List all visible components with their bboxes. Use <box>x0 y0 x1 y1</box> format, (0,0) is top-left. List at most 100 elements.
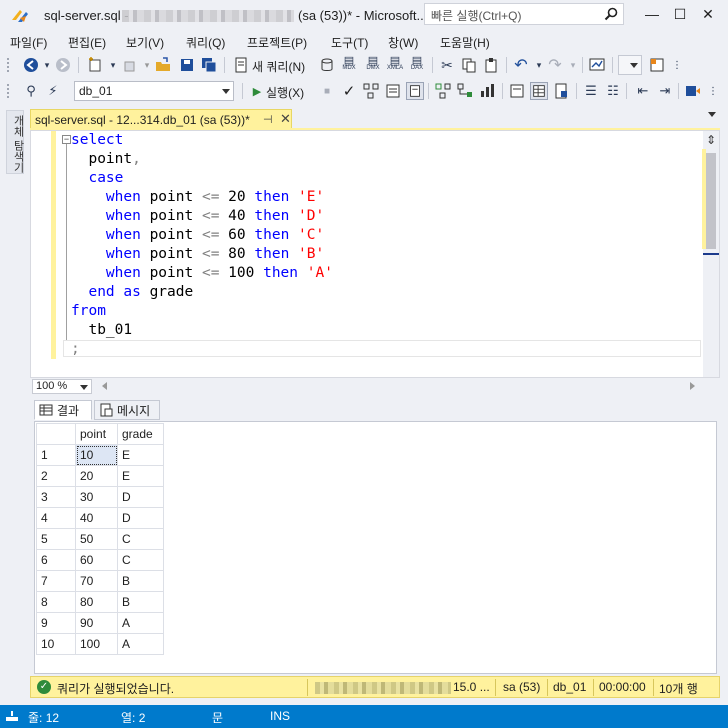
row-number-cell[interactable]: 9 <box>36 612 76 634</box>
menu-tools[interactable]: 도구(T) <box>331 34 368 51</box>
specify-template-values-icon[interactable] <box>684 82 702 100</box>
solution-config-combo[interactable] <box>618 55 642 75</box>
toolbar-grip[interactable] <box>6 57 10 73</box>
scroll-right-icon[interactable] <box>690 382 695 390</box>
column-header-grade[interactable]: grade <box>117 423 164 445</box>
new-project-icon[interactable] <box>86 56 104 74</box>
menu-edit[interactable]: 편집(E) <box>68 34 106 51</box>
toolbar-overflow-icon[interactable]: ⋮ <box>668 56 686 74</box>
uncomment-icon[interactable]: ☷ <box>604 82 622 100</box>
paste-icon[interactable] <box>482 56 500 74</box>
execute-icon[interactable]: ▶ <box>248 82 266 100</box>
pin-icon[interactable]: ⊣ <box>263 113 273 126</box>
cancel-query-icon[interactable]: ■ <box>318 82 336 100</box>
redo-dropdown-icon[interactable]: ▾ <box>564 56 582 74</box>
menu-view[interactable]: 보기(V) <box>126 34 164 51</box>
point-cell[interactable]: 70 <box>75 570 118 592</box>
code-line[interactable]: point, <box>71 150 333 169</box>
row-number-cell[interactable]: 4 <box>36 507 76 529</box>
output-icon[interactable] <box>6 711 18 721</box>
table-row[interactable]: 10 100 A <box>36 633 164 655</box>
tab-results[interactable]: 결과 <box>34 400 92 420</box>
table-row[interactable]: 9 90 A <box>36 612 164 634</box>
menu-help[interactable]: 도움말(H) <box>440 34 490 51</box>
row-number-cell[interactable]: 7 <box>36 570 76 592</box>
save-all-icon[interactable] <box>200 56 218 74</box>
grade-cell[interactable]: E <box>117 444 164 466</box>
table-row[interactable]: 3 30 D <box>36 486 164 508</box>
maximize-button[interactable]: ☐ <box>668 4 692 24</box>
search-icon[interactable] <box>603 6 619 22</box>
code-line[interactable]: case <box>71 169 333 188</box>
document-tab-sql-server[interactable]: sql-server.sql - 12...314.db_01 (sa (53)… <box>30 109 292 129</box>
redo-icon[interactable]: ↷ <box>546 56 564 74</box>
code-line[interactable]: tb_01 <box>71 321 333 340</box>
dax-query-icon[interactable]: ▤ DAX <box>408 56 426 74</box>
minimize-button[interactable]: — <box>640 4 664 24</box>
results-to-file-icon[interactable] <box>552 82 570 100</box>
add-item-icon[interactable] <box>120 56 138 74</box>
point-cell[interactable]: 90 <box>75 612 118 634</box>
tab-list-dropdown-icon[interactable] <box>708 112 716 117</box>
client-statistics-icon[interactable] <box>478 82 496 100</box>
code-line[interactable]: from <box>71 302 333 321</box>
mdx-query-icon[interactable]: ▤ MDX <box>340 56 358 74</box>
change-connection-icon[interactable]: ⚡ <box>44 82 62 100</box>
grade-cell[interactable]: D <box>117 486 164 508</box>
intellisense-icon[interactable] <box>406 82 424 100</box>
decrease-indent-icon[interactable]: ⇤ <box>634 82 652 100</box>
table-row[interactable]: 2 20 E <box>36 465 164 487</box>
undo-icon[interactable]: ↶ <box>512 56 530 74</box>
results-to-text-icon[interactable] <box>508 82 526 100</box>
toolbar-overflow-icon[interactable]: ⋮ <box>704 82 722 100</box>
live-query-stats-icon[interactable] <box>456 82 474 100</box>
table-row[interactable]: 1 10 E <box>36 444 164 466</box>
dmx-query-icon[interactable]: ▤ DMX <box>364 56 382 74</box>
table-row[interactable]: 7 70 B <box>36 570 164 592</box>
point-cell[interactable]: 60 <box>75 549 118 571</box>
results-grid[interactable]: point grade 1 10 E 2 20 E 3 30 D 4 40 D 5 50 C 6 60 C 7 70 B… <box>34 421 717 674</box>
row-number-cell[interactable]: 2 <box>36 465 76 487</box>
point-cell[interactable]: 40 <box>75 507 118 529</box>
table-row[interactable]: 6 60 C <box>36 549 164 571</box>
copy-icon[interactable] <box>460 56 478 74</box>
column-header-point[interactable]: point <box>75 423 118 445</box>
code-line[interactable]: when point <= 60 then 'C' <box>71 226 333 245</box>
query-options-icon[interactable] <box>384 82 402 100</box>
available-databases-combo[interactable]: db_01 <box>74 81 234 101</box>
xmla-query-icon[interactable]: ▤ XMLA <box>386 56 404 74</box>
new-query-button[interactable]: 새 쿼리(N) <box>252 58 305 75</box>
object-explorer-tab[interactable]: 개체 탐색기 <box>6 110 24 174</box>
point-cell[interactable]: 10 <box>75 444 118 466</box>
row-number-cell[interactable]: 3 <box>36 486 76 508</box>
toolbar-grip[interactable] <box>6 83 10 99</box>
point-cell[interactable]: 20 <box>75 465 118 487</box>
point-cell[interactable]: 80 <box>75 591 118 613</box>
grade-cell[interactable]: C <box>117 528 164 550</box>
grade-cell[interactable]: B <box>117 570 164 592</box>
include-actual-plan-icon[interactable] <box>434 82 452 100</box>
display-estimated-plan-icon[interactable] <box>362 82 380 100</box>
comment-icon[interactable]: ☰ <box>582 82 600 100</box>
parse-icon[interactable]: ✓ <box>340 82 358 100</box>
grade-cell[interactable]: B <box>117 591 164 613</box>
code-line[interactable]: when point <= 40 then 'D' <box>71 207 333 226</box>
point-cell[interactable]: 100 <box>75 633 118 655</box>
close-tab-icon[interactable]: ✕ <box>280 111 291 127</box>
row-number-cell[interactable]: 6 <box>36 549 76 571</box>
database-engine-query-icon[interactable] <box>318 56 336 74</box>
point-cell[interactable]: 30 <box>75 486 118 508</box>
point-cell[interactable]: 50 <box>75 528 118 550</box>
editor-vertical-scrollbar[interactable]: ⇕ <box>702 131 719 377</box>
grade-cell[interactable]: D <box>117 507 164 529</box>
query-editor[interactable]: − select point, case when point <= 20 th… <box>30 130 720 378</box>
quick-launch-search[interactable]: 빠른 실행(Ctrl+Q) <box>424 3 624 25</box>
menu-project[interactable]: 프로젝트(P) <box>247 34 307 51</box>
grade-cell[interactable]: A <box>117 612 164 634</box>
results-to-grid-icon[interactable] <box>530 82 548 100</box>
sql-code[interactable]: select point, case when point <= 20 then… <box>71 131 333 359</box>
code-line[interactable]: when point <= 80 then 'B' <box>71 245 333 264</box>
grade-cell[interactable]: C <box>117 549 164 571</box>
properties-window-icon[interactable] <box>648 56 666 74</box>
grade-cell[interactable]: E <box>117 465 164 487</box>
